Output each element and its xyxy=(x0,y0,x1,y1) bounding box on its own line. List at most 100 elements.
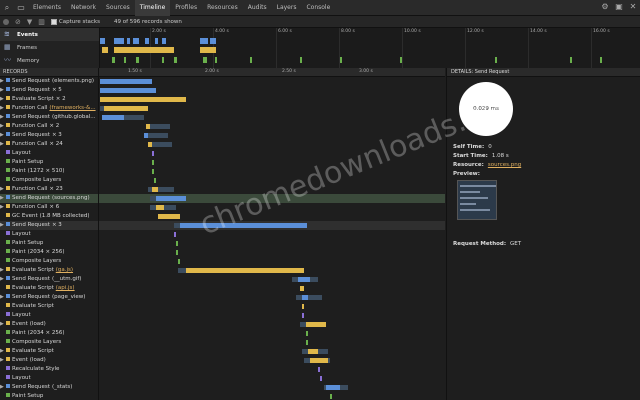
close-icon[interactable]: ✕ xyxy=(628,1,638,13)
record-timeline-bar[interactable] xyxy=(100,79,152,84)
record-timeline-bar[interactable] xyxy=(330,394,332,399)
record-row[interactable]: ▶ Send Request (page_view) xyxy=(0,293,445,302)
record-timeline-bar[interactable] xyxy=(100,97,186,102)
record-row[interactable]: ▶ Function Call × 2 xyxy=(0,122,445,131)
record-timeline-bar[interactable] xyxy=(176,250,178,255)
category-swatch xyxy=(6,357,10,361)
record-timeline-bar[interactable] xyxy=(318,367,320,372)
record-timeline-bar[interactable] xyxy=(302,313,304,318)
record-detail[interactable]: (api.js) xyxy=(56,285,75,291)
record-timeline-bar[interactable] xyxy=(154,178,156,183)
overview-frames[interactable]: ▦ Frames xyxy=(0,41,99,54)
inspect-icon[interactable]: ⌕ xyxy=(0,1,14,15)
record-timeline-bar[interactable] xyxy=(298,277,310,282)
overview-memory[interactable]: 〰 Memory xyxy=(0,54,99,67)
record-timeline-bar[interactable] xyxy=(302,304,304,309)
record-row[interactable]: ▶ Function Call (frameworks-&... xyxy=(0,104,445,113)
record-button[interactable] xyxy=(3,18,9,25)
record-timeline-bar[interactable] xyxy=(306,340,308,345)
tab-sources[interactable]: Sources xyxy=(101,0,135,16)
tab-audits[interactable]: Audits xyxy=(243,0,272,16)
record-timeline-bar[interactable] xyxy=(144,133,148,138)
record-timeline-bar[interactable] xyxy=(146,124,150,129)
record-timeline-bar[interactable] xyxy=(148,142,152,147)
record-row[interactable]: Paint Setup xyxy=(0,392,445,400)
clear-icon[interactable]: ⊘ xyxy=(15,18,21,26)
record-timeline-bar[interactable] xyxy=(156,196,186,201)
gc-icon[interactable]: ▥ xyxy=(38,18,45,26)
record-row[interactable]: ▶ Send Request (__utm.gif) xyxy=(0,275,445,284)
category-swatch xyxy=(6,294,10,298)
record-row[interactable]: Layout xyxy=(0,311,445,320)
record-timeline-bar[interactable] xyxy=(152,169,154,174)
record-timeline-bar[interactable] xyxy=(152,160,154,165)
category-swatch xyxy=(6,150,10,154)
record-label: ▶ Send Request × 3 xyxy=(0,221,98,230)
record-timeline-bar[interactable] xyxy=(306,322,326,327)
tab-console[interactable]: Console xyxy=(301,0,335,16)
record-row[interactable]: ▶ Evaluate Script × 2 xyxy=(0,95,445,104)
record-timeline-bar[interactable] xyxy=(158,214,180,219)
record-row[interactable]: ▶ Send Request × 5 xyxy=(0,86,445,95)
record-row[interactable]: Layout xyxy=(0,374,445,383)
record-row[interactable]: ▶ Function Call × 23 xyxy=(0,185,445,194)
overview-graph[interactable]: 2.00 s 4.00 s 6.00 s 8.00 s 10.00 s 12.00 s 14… xyxy=(100,28,640,68)
record-timeline-bar[interactable] xyxy=(174,232,176,237)
record-label: ▶ Send Request (_stats) xyxy=(0,383,98,392)
tab-network[interactable]: Network xyxy=(66,0,101,16)
record-timeline-bar[interactable] xyxy=(306,331,308,336)
tab-resources[interactable]: Resources xyxy=(202,0,243,16)
record-row[interactable]: Composite Layers xyxy=(0,176,445,185)
resource-link[interactable]: sources.png xyxy=(488,162,521,168)
record-row[interactable]: Composite Layers xyxy=(0,338,445,347)
record-timeline-bar[interactable] xyxy=(178,259,180,264)
capture-stacks-checkbox[interactable]: Capture stacks xyxy=(50,18,100,25)
tab-layers[interactable]: Layers xyxy=(272,0,302,16)
dock-icon[interactable]: ▣ xyxy=(614,1,624,13)
record-timeline-bar[interactable] xyxy=(100,88,156,93)
overview-event-bar xyxy=(102,47,108,53)
record-timeline-bar[interactable] xyxy=(156,205,164,210)
record-label: Composite Layers xyxy=(0,176,98,185)
tab-profiles[interactable]: Profiles xyxy=(170,0,202,16)
record-row[interactable]: ▶ Event (load) xyxy=(0,320,445,329)
record-row[interactable]: Paint (2034 × 256) xyxy=(0,248,445,257)
settings-icon[interactable]: ⚙ xyxy=(600,1,610,13)
pane-divider[interactable] xyxy=(98,68,99,400)
record-timeline-bar[interactable] xyxy=(186,268,304,273)
record-row[interactable]: Paint Setup xyxy=(0,239,445,248)
record-row[interactable]: Paint (2034 × 256) xyxy=(0,329,445,338)
record-row[interactable]: Evaluate Script xyxy=(0,302,445,311)
tab-elements[interactable]: Elements xyxy=(28,0,66,16)
record-timeline-bar[interactable] xyxy=(300,286,304,291)
console-drawer-icon[interactable]: ▭ xyxy=(14,1,28,15)
resource-row: Resource: sources.png xyxy=(453,162,521,168)
record-timeline-bar[interactable] xyxy=(102,115,124,120)
record-timeline-bar[interactable] xyxy=(176,241,178,246)
record-timeline-bar[interactable] xyxy=(104,106,148,111)
record-detail[interactable]: (frameworks-&... xyxy=(49,105,95,111)
record-detail[interactable]: (ga.js) xyxy=(56,267,73,273)
record-row[interactable]: Composite Layers xyxy=(0,257,445,266)
record-row[interactable]: ▶ Send Request (_stats) xyxy=(0,383,445,392)
record-row[interactable]: Evaluate Script (api.js) xyxy=(0,284,445,293)
record-timeline-bar[interactable] xyxy=(302,295,308,300)
filter-icon[interactable]: ▼ xyxy=(27,18,32,26)
record-timeline-bar[interactable] xyxy=(326,385,340,390)
checkbox-box[interactable] xyxy=(50,18,57,25)
record-row[interactable]: ▶ Evaluate Script (ga.js) xyxy=(0,266,445,275)
record-label: ▶ Event (load) xyxy=(0,320,98,329)
record-row[interactable]: Recalculate Style xyxy=(0,365,445,374)
tab-timeline[interactable]: Timeline xyxy=(134,0,171,16)
record-timeline-bar[interactable] xyxy=(320,376,322,381)
record-row[interactable]: ▶ Event (load) xyxy=(0,356,445,365)
record-row[interactable]: ▶ Send Request (elements.png) xyxy=(0,77,445,86)
record-row[interactable]: ▶ Evaluate Script xyxy=(0,347,445,356)
record-timeline-bar[interactable] xyxy=(152,187,158,192)
record-timeline-bar[interactable] xyxy=(152,151,154,156)
overview-events[interactable]: ≋ Events xyxy=(0,28,99,41)
category-swatch xyxy=(6,87,10,91)
record-row[interactable]: ▶ Send Request (github.global... xyxy=(0,113,445,122)
record-timeline-bar[interactable] xyxy=(308,349,318,354)
record-timeline-bar[interactable] xyxy=(310,358,328,363)
